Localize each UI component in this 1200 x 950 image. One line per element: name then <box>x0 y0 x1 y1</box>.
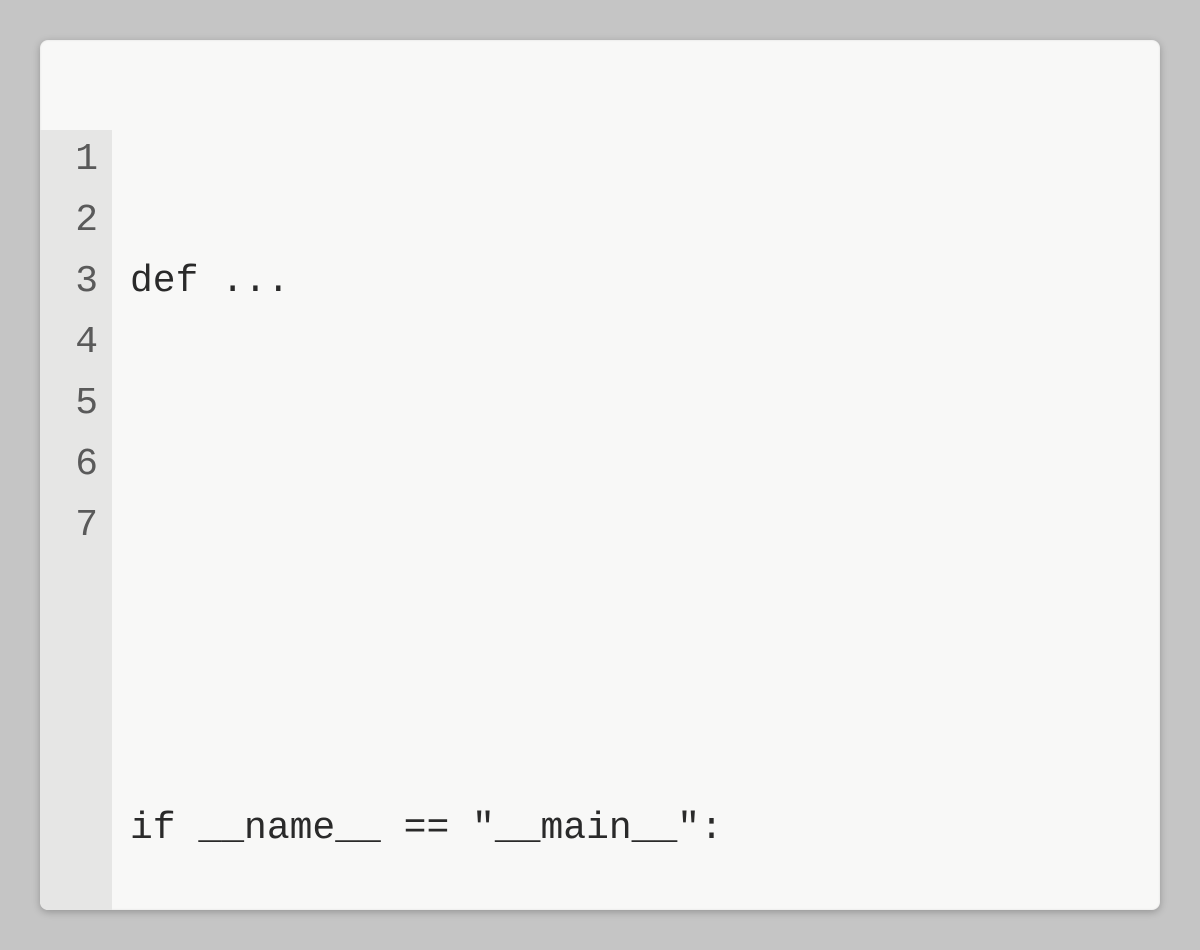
code-line[interactable]: def ... <box>130 252 1160 313</box>
code-line[interactable] <box>130 434 1160 495</box>
code-editor[interactable]: 1 2 3 4 5 6 7 def ... if __name__ == "__… <box>40 40 1160 910</box>
line-number: 7 <box>40 496 98 557</box>
code-text: def ... <box>130 260 290 303</box>
line-number: 6 <box>40 435 98 496</box>
code-line[interactable] <box>130 617 1160 678</box>
line-number: 2 <box>40 191 98 252</box>
line-number: 3 <box>40 252 98 313</box>
code-content-area[interactable]: def ... if __name__ == "__main__": word … <box>112 130 1160 910</box>
line-number: 1 <box>40 130 98 191</box>
code-text: if __name__ == "__main__": <box>130 807 723 850</box>
code-area[interactable]: 1 2 3 4 5 6 7 def ... if __name__ == "__… <box>40 130 1160 910</box>
line-number: 5 <box>40 374 98 435</box>
code-line[interactable]: if __name__ == "__main__": <box>130 799 1160 860</box>
line-number: 4 <box>40 313 98 374</box>
line-number-gutter: 1 2 3 4 5 6 7 <box>40 130 112 910</box>
